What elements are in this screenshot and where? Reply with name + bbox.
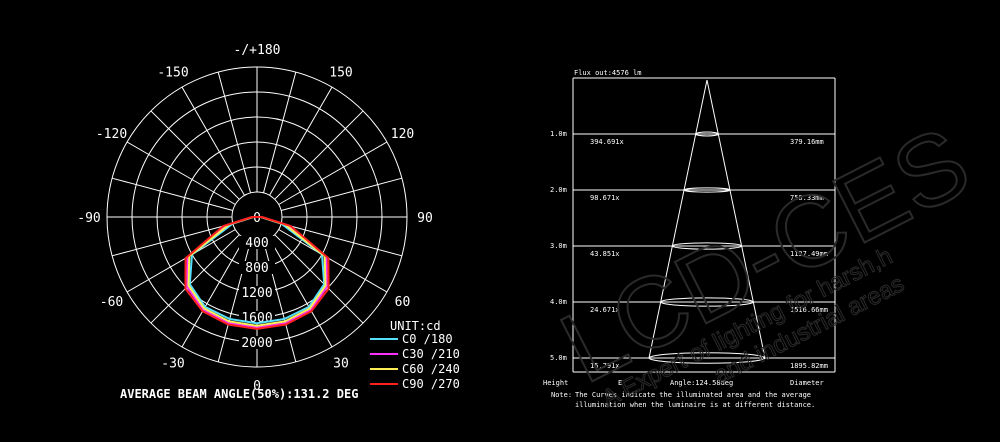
watermark: LCD-CESA Expert of lighting for harsh,ha…	[543, 105, 987, 414]
photometric-report: -/+180 -150 150 -120 120 -90 90 -60 60 -30 30 0 0 400…	[0, 0, 1000, 442]
watermark-group: LCD-CESA Expert of lighting for harsh,ha…	[543, 105, 987, 414]
